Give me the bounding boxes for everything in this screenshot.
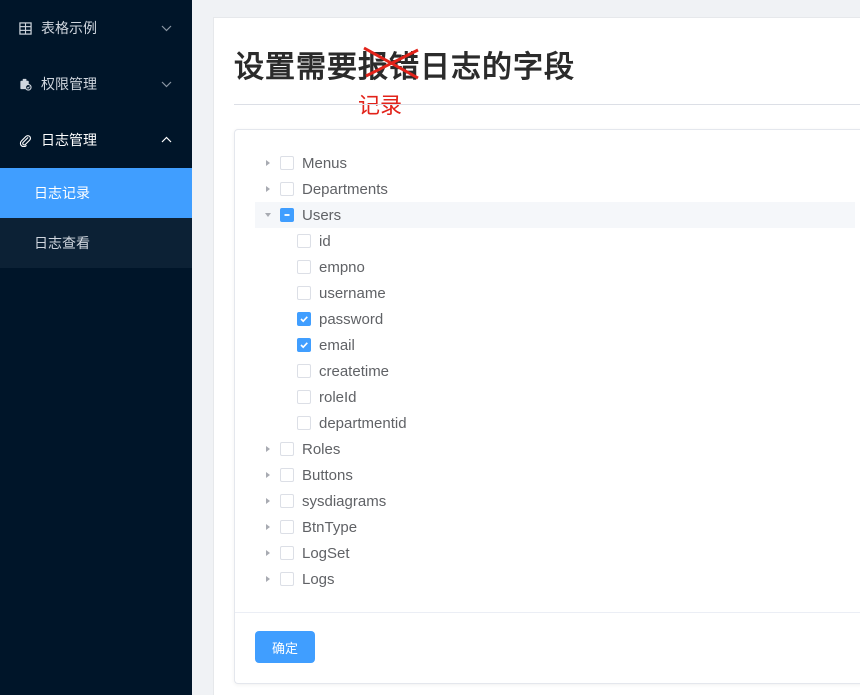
permission-icon <box>18 77 32 91</box>
tree-node-label: username <box>319 284 386 302</box>
checkbox[interactable] <box>280 156 294 170</box>
main-content: 设置需要报错日志的字段 记录 Menus Departments Users id em… <box>192 0 860 695</box>
tree-node-label: password <box>319 310 384 328</box>
checkbox[interactable] <box>297 338 311 352</box>
checkbox[interactable] <box>297 234 311 248</box>
paperclip-icon <box>18 133 32 147</box>
checkbox[interactable] <box>280 494 294 508</box>
checkbox[interactable] <box>280 572 294 586</box>
caret-right-icon[interactable] <box>264 523 272 531</box>
caret-right-icon[interactable] <box>264 549 272 557</box>
tree-node-label: email <box>319 336 355 354</box>
checkbox[interactable] <box>297 312 311 326</box>
sidebar-item-log-management[interactable]: 日志管理 <box>0 112 192 168</box>
field-tree: Menus Departments Users id empno username pass… <box>255 150 855 592</box>
tree-node[interactable]: sysdiagrams <box>255 488 855 514</box>
sidebar-item-log-record[interactable]: 日志记录 <box>0 168 192 218</box>
checkbox[interactable] <box>297 390 311 404</box>
field-tree-panel: Menus Departments Users id empno username pass… <box>234 129 860 684</box>
tree-node-label: Logs <box>302 570 335 588</box>
confirm-button[interactable]: 确定 <box>255 631 315 663</box>
sidebar-item-label: 日志管理 <box>41 133 97 149</box>
checkbox[interactable] <box>280 208 294 222</box>
checkbox[interactable] <box>280 468 294 482</box>
tree-child-node[interactable]: username <box>255 280 855 306</box>
tree-node-label: Menus <box>302 154 348 172</box>
sidebar-item-table-example[interactable]: 表格示例 <box>0 0 192 56</box>
tree-node[interactable]: Logs <box>255 566 855 592</box>
checkbox[interactable] <box>297 286 311 300</box>
tree-node-label: Buttons <box>302 466 353 484</box>
table-icon <box>18 21 32 35</box>
sidebar-item-permissions[interactable]: 权限管理 <box>0 56 192 112</box>
caret-right-icon[interactable] <box>264 575 272 583</box>
divider <box>235 612 860 613</box>
tree-child-node[interactable]: email <box>255 332 855 358</box>
tree-node[interactable]: LogSet <box>255 540 855 566</box>
caret-right-icon[interactable] <box>264 185 272 193</box>
sidebar-item-log-view[interactable]: 日志查看 <box>0 218 192 268</box>
checkbox[interactable] <box>297 416 311 430</box>
chevron-up-icon <box>161 136 172 143</box>
tree-node-label: roleId <box>319 388 357 406</box>
tree-node-label: departmentid <box>319 414 407 432</box>
tree-child-node[interactable]: password <box>255 306 855 332</box>
checkbox[interactable] <box>280 520 294 534</box>
tree-node-label: BtnType <box>302 518 358 536</box>
caret-right-icon[interactable] <box>264 445 272 453</box>
page-title: 设置需要报错日志的字段 <box>234 50 575 85</box>
tree-node[interactable]: Departments <box>255 176 855 202</box>
checkbox[interactable] <box>280 182 294 196</box>
caret-right-icon[interactable] <box>264 471 272 479</box>
tree-node-label: id <box>319 232 331 250</box>
divider <box>234 104 860 105</box>
checkbox[interactable] <box>280 546 294 560</box>
tree-child-node[interactable]: empno <box>255 254 855 280</box>
tree-node-label: LogSet <box>302 544 350 562</box>
checkbox[interactable] <box>297 364 311 378</box>
content-card: 设置需要报错日志的字段 记录 Menus Departments Users id em… <box>213 17 860 695</box>
tree-node-label: Roles <box>302 440 341 458</box>
tree-child-node[interactable]: id <box>255 228 855 254</box>
tree-node[interactable]: Buttons <box>255 462 855 488</box>
caret-down-icon[interactable] <box>264 211 272 219</box>
caret-right-icon[interactable] <box>264 159 272 167</box>
caret-right-icon[interactable] <box>264 497 272 505</box>
tree-child-node[interactable]: roleId <box>255 384 855 410</box>
tree-node-label: Users <box>302 206 342 224</box>
tree-node-label: Departments <box>302 180 388 198</box>
checkbox[interactable] <box>280 442 294 456</box>
tree-node[interactable]: Menus <box>255 150 855 176</box>
tree-child-node[interactable]: departmentid <box>255 410 855 436</box>
tree-node-label: empno <box>319 258 365 276</box>
chevron-down-icon <box>161 25 172 32</box>
sidebar-item-label: 权限管理 <box>41 77 97 93</box>
sidebar-submenu-log: 日志记录 日志查看 <box>0 168 192 268</box>
tree-node[interactable]: Roles <box>255 436 855 462</box>
tree-node-label: sysdiagrams <box>302 492 387 510</box>
sidebar: 表格示例 权限管理 日志管理 日志记录 日志查看 <box>0 0 192 695</box>
tree-child-node[interactable]: createtime <box>255 358 855 384</box>
tree-node-label: createtime <box>319 362 390 380</box>
checkbox[interactable] <box>297 260 311 274</box>
tree-node[interactable]: BtnType <box>255 514 855 540</box>
sidebar-item-label: 表格示例 <box>41 21 97 37</box>
chevron-down-icon <box>161 81 172 88</box>
tree-node[interactable]: Users <box>255 202 855 228</box>
